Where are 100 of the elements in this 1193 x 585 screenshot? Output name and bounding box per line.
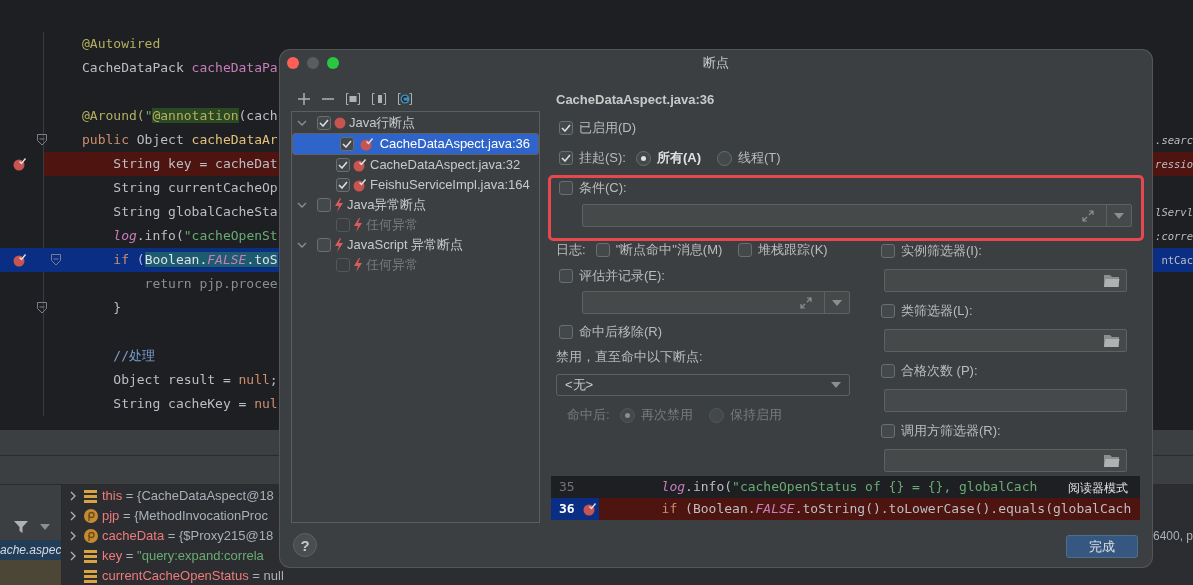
tree-item[interactable]: FeishuServiceImpl.java:164	[292, 175, 539, 195]
add-icon[interactable]	[298, 93, 310, 105]
breakpoint-icon	[359, 137, 374, 151]
parameter-icon	[84, 509, 98, 523]
checkbox[interactable]	[317, 238, 331, 252]
checkbox[interactable]	[881, 244, 895, 258]
caret-icon[interactable]	[40, 523, 50, 530]
checkbox[interactable]	[339, 137, 354, 151]
folder-icon[interactable]	[1104, 334, 1120, 347]
expand-icon[interactable]	[1082, 209, 1094, 222]
chevron-icon[interactable]	[70, 511, 76, 521]
tree-item[interactable]: Java行断点	[292, 113, 539, 133]
checkbox[interactable]	[559, 269, 573, 283]
breakpoint-icon	[353, 178, 367, 192]
group-icon[interactable]	[346, 93, 360, 105]
expand-icon[interactable]	[800, 296, 812, 309]
checkbox[interactable]	[559, 325, 573, 339]
chevron-icon[interactable]	[297, 242, 307, 248]
code-line: ressio	[1155, 157, 1193, 172]
folder-icon[interactable]	[1104, 454, 1120, 467]
checkbox[interactable]	[881, 364, 895, 378]
done-button[interactable]: 完成	[1066, 535, 1138, 558]
input-field[interactable]	[582, 291, 850, 314]
class-icon[interactable]	[398, 93, 412, 105]
radio-button[interactable]	[635, 150, 651, 166]
breakpoint-icon	[353, 158, 367, 172]
chevron-icon[interactable]	[70, 491, 76, 501]
parameter-icon	[84, 529, 98, 543]
input-field[interactable]	[582, 204, 1132, 227]
code-line: String cacheKey = nul	[112, 395, 278, 413]
variable-value: 6400, p	[1152, 528, 1193, 545]
lightning-icon	[353, 218, 363, 232]
chevron-icon[interactable]	[70, 551, 76, 561]
caret-icon[interactable]	[831, 382, 841, 388]
fold-icon[interactable]	[37, 302, 47, 314]
code-line: @Around("@annotation(cach	[82, 107, 278, 125]
code-line: String globalCacheSta	[112, 203, 278, 221]
input-field[interactable]	[884, 389, 1127, 412]
checkbox[interactable]	[559, 181, 573, 195]
checkbox-label: 类筛选器(L):	[901, 302, 973, 320]
frame-item[interactable]: ache.aspec	[0, 540, 61, 560]
checkbox[interactable]	[559, 121, 573, 135]
field-icon	[84, 489, 97, 503]
dropdown-icon[interactable]	[832, 299, 842, 306]
zoom-button[interactable]	[327, 57, 339, 69]
fold-icon[interactable]	[37, 134, 47, 146]
checkbox[interactable]	[336, 158, 350, 172]
checkbox[interactable]	[738, 243, 753, 257]
code-line: :corre	[1155, 229, 1193, 244]
input-field[interactable]	[884, 269, 1127, 292]
export-icon[interactable]	[372, 93, 386, 105]
filter-icon[interactable]	[14, 519, 28, 534]
help-button[interactable]: ?	[293, 533, 317, 557]
field-label: 禁用，直至命中以下断点:	[556, 348, 703, 366]
fold-icon[interactable]	[51, 254, 61, 266]
code-line: .searc	[1155, 133, 1193, 148]
checkbox[interactable]	[559, 151, 573, 165]
code-line: @Autowired	[82, 35, 161, 53]
checkbox-label: 挂起(S):	[579, 149, 626, 167]
radio-button[interactable]	[717, 150, 732, 166]
dropdown[interactable]: <无>	[556, 374, 850, 396]
tree-item[interactable]: CacheDataAspect.java:32	[292, 155, 539, 175]
field-label: 日志:	[556, 241, 586, 259]
chevron-icon[interactable]	[297, 202, 307, 208]
close-button[interactable]	[287, 57, 299, 69]
checkbox-label: 堆栈跟踪(K)	[758, 241, 828, 259]
folder-icon[interactable]	[1104, 274, 1120, 287]
tree-item[interactable]: JavaScript 异常断点	[292, 235, 539, 255]
field-icon	[84, 569, 97, 583]
code-line: CacheDataPack cacheDataPa	[82, 59, 278, 77]
code-line: //处理	[112, 347, 155, 365]
code-line: log.info("cacheOpenStatus of {} = {}, globalCach	[660, 478, 1038, 496]
variable-value: pjp = {MethodInvocationProc	[102, 507, 268, 525]
breakpoint-title: CacheDataAspect.java:36	[555, 91, 716, 109]
checkbox-label: 命中后移除(R)	[579, 323, 663, 341]
checkbox[interactable]	[881, 424, 895, 438]
lightning-icon	[334, 238, 344, 252]
code-line: public Object cacheDataAr	[82, 131, 278, 149]
code-line: return pjp.procee	[143, 275, 278, 293]
lightning-icon	[334, 198, 344, 212]
chevron-icon[interactable]	[70, 531, 76, 541]
input-field[interactable]	[884, 449, 1127, 472]
code-line: String currentCacheOp	[112, 179, 278, 197]
checkbox-label: 已启用(D)	[579, 119, 637, 137]
checkbox[interactable]	[881, 304, 895, 318]
radio-label: 所有(A)	[656, 149, 701, 167]
window-title: 断点	[703, 54, 729, 72]
variable-value: key = "query:expand:correla	[102, 547, 264, 565]
tree-item[interactable]: CacheDataAspect.java:36	[292, 133, 539, 155]
checkbox[interactable]	[317, 116, 331, 130]
dropdown-icon[interactable]	[1114, 212, 1124, 219]
checkbox[interactable]	[336, 178, 350, 192]
input-field[interactable]	[884, 329, 1127, 352]
line-number: 36	[551, 498, 589, 520]
checkbox[interactable]	[317, 198, 331, 212]
field-icon	[84, 549, 97, 563]
checkbox[interactable]	[595, 243, 610, 257]
tree-item[interactable]: Java异常断点	[292, 195, 539, 215]
variable-value: this = {CacheDataAspect@18	[102, 487, 274, 505]
chevron-icon[interactable]	[297, 120, 307, 126]
